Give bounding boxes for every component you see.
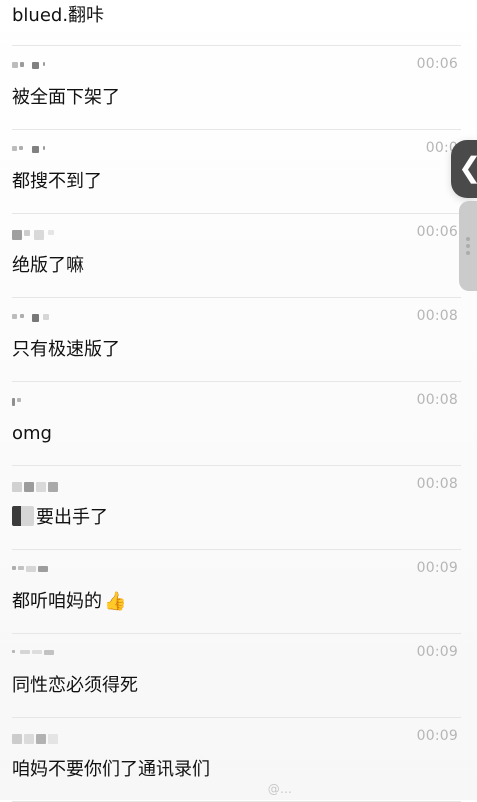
edge-scroll-bar[interactable] xyxy=(459,201,477,291)
message-text-content: 都听咱妈的 xyxy=(12,591,102,612)
message-time: 00:09 xyxy=(416,728,458,744)
sender-name-redacted xyxy=(12,145,70,157)
message-time: 00:09 xyxy=(416,644,458,660)
sender-name-redacted xyxy=(12,649,70,661)
sender-name-redacted xyxy=(12,313,70,325)
message-text: 咱妈不要你们了通讯录们 xyxy=(12,759,210,780)
message-text: 都搜不到了 xyxy=(12,171,102,192)
sender-name-redacted xyxy=(12,61,70,73)
thumbs-up-emoji: 👍 xyxy=(104,591,127,612)
chevron-left-icon: ❮ xyxy=(458,150,477,186)
message-time: 00:08 xyxy=(416,476,458,492)
message-text: omg xyxy=(12,423,52,444)
message-time: 00:08 xyxy=(416,308,458,324)
sender-name-redacted xyxy=(12,229,70,241)
message-text: 只有极速版了 xyxy=(12,339,120,360)
message-row[interactable]: 00:08 omg xyxy=(0,382,477,466)
redacted-block xyxy=(12,506,34,526)
message-time: 00:09 xyxy=(416,560,458,576)
sender-name-redacted xyxy=(12,733,70,745)
message-time: 00:08 xyxy=(416,392,458,408)
watermark-text: @... xyxy=(267,782,292,796)
message-row[interactable]: 00:09 都听咱妈的 👍 xyxy=(0,550,477,634)
message-text: 同性恋必须得死 xyxy=(12,675,138,696)
message-row[interactable]: 00:0 都搜不到了 xyxy=(0,130,477,214)
drag-handle-dots-icon xyxy=(466,237,470,259)
message-time: 00:06 xyxy=(416,56,458,72)
message-text: 被全面下架了 xyxy=(12,87,120,108)
message-row[interactable]: 00:08 只有极速版了 xyxy=(0,298,477,382)
message-row[interactable]: 00:06 绝版了嘛 xyxy=(0,214,477,298)
message-text-content: 要出手了 xyxy=(36,507,108,528)
message-text: 都听咱妈的 👍 xyxy=(12,590,126,614)
edge-panel-handle[interactable]: ❮ xyxy=(451,140,477,198)
message-list: blued.翻咔 00:06 被全面下架了 00:0 都搜不到了 00:06 绝… xyxy=(0,0,477,802)
message-text: 要出手了 xyxy=(12,506,108,530)
sender-name-redacted xyxy=(12,481,70,493)
sender-name-redacted xyxy=(12,397,70,409)
message-row[interactable]: 00:06 被全面下架了 xyxy=(0,46,477,130)
message-text: 绝版了嘛 xyxy=(12,255,84,276)
sender-name-redacted xyxy=(12,565,70,577)
message-row[interactable]: 00:09 同性恋必须得死 xyxy=(0,634,477,718)
top-message-text: blued.翻咔 xyxy=(12,5,105,26)
message-row[interactable]: 00:09 咱妈不要你们了通讯录们 xyxy=(0,718,477,802)
message-row[interactable]: 00:08 要出手了 xyxy=(0,466,477,550)
message-time: 00:06 xyxy=(416,224,458,240)
